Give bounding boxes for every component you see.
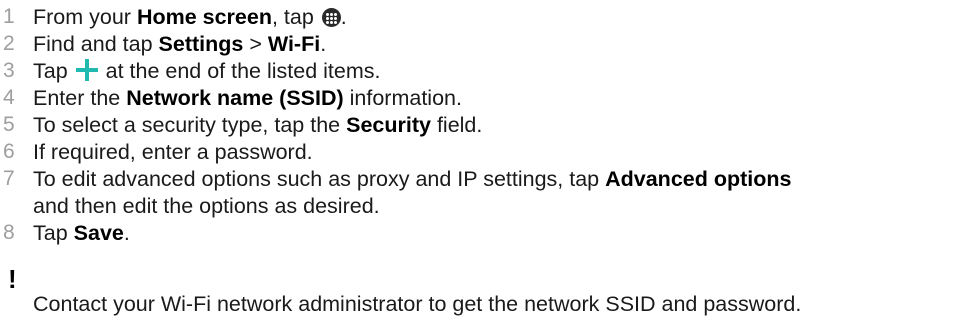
step-number: 6 xyxy=(3,140,15,163)
step-text: To select a security type, tap the Secur… xyxy=(33,113,483,137)
home-screen-label: Home screen xyxy=(136,5,272,29)
wifi-label: Wi-Fi xyxy=(267,32,321,56)
note-text: Contact your Wi-Fi network administrator… xyxy=(33,292,802,316)
step-3: 3 Tap at the end of the listed items. xyxy=(0,56,960,86)
step-number: 1 xyxy=(3,5,15,28)
step-text: Find and tap Settings > Wi-Fi. xyxy=(33,32,327,56)
exclamation-icon: ! xyxy=(8,264,17,294)
step-number: 2 xyxy=(3,32,15,55)
step-text-continued: and then edit the options as desired. xyxy=(33,194,380,218)
step-text: From your Home screen, tap . xyxy=(33,5,347,29)
step-1: 1 From your Home screen, tap . xyxy=(0,2,960,32)
network-name-label: Network name (SSID) xyxy=(126,86,344,110)
step-number: 3 xyxy=(3,59,15,82)
step-number: 8 xyxy=(3,221,15,244)
step-number: 4 xyxy=(3,86,15,109)
step-number: 7 xyxy=(3,167,15,190)
plus-icon xyxy=(75,59,98,81)
step-text: Enter the Network name (SSID) informatio… xyxy=(33,86,462,110)
apps-grid-icon xyxy=(321,8,341,27)
step-5: 5 To select a security type, tap the Sec… xyxy=(0,110,960,140)
settings-label: Settings xyxy=(158,32,244,56)
step-text: Tap at the end of the listed items. xyxy=(33,59,381,83)
step-8: 8 Tap Save. xyxy=(0,218,960,248)
step-text: Tap Save. xyxy=(33,221,130,245)
step-text: If required, enter a password. xyxy=(33,140,313,164)
advanced-options-label: Advanced options xyxy=(605,167,792,191)
step-7: 7 To edit advanced options such as proxy… xyxy=(0,164,960,222)
step-text: To edit advanced options such as proxy a… xyxy=(33,167,792,191)
save-label: Save xyxy=(73,221,124,245)
step-4: 4 Enter the Network name (SSID) informat… xyxy=(0,83,960,113)
step-6: 6 If required, enter a password. xyxy=(0,137,960,167)
step-2: 2 Find and tap Settings > Wi-Fi. xyxy=(0,29,960,59)
step-number: 5 xyxy=(3,113,15,136)
security-label: Security xyxy=(346,113,431,137)
